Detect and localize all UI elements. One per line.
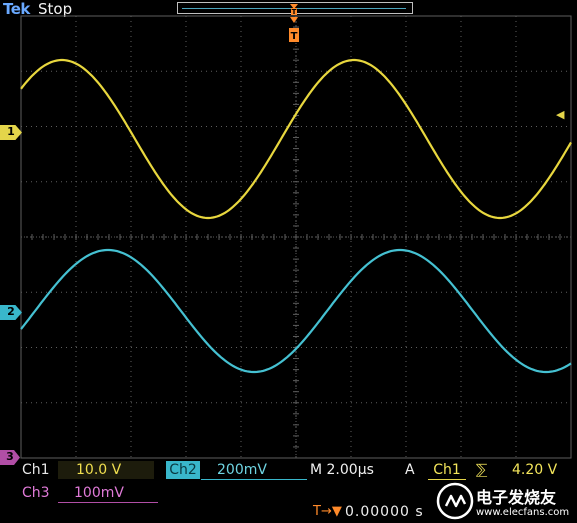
watermark: 电子发烧友 www.elecfans.com (432, 480, 577, 523)
trigger-marker-letter-top: T (292, 8, 297, 16)
trigger-marker-letter: T (291, 31, 298, 42)
trigger-position-readout[interactable]: 0.00000 s (345, 503, 424, 521)
watermark-url: www.elecfans.com (476, 507, 570, 518)
waveform-display (20, 15, 572, 459)
ch3-label[interactable]: Ch3 (22, 484, 50, 502)
trigger-position-label: T→▼ (313, 504, 342, 519)
trigger-slope-icon[interactable]: ⅀ (476, 461, 487, 479)
ch2-label[interactable]: Ch2 (166, 461, 200, 479)
ch3-scale[interactable]: 100mV (58, 484, 158, 503)
ch1-scale[interactable]: 10.0 V (58, 461, 154, 479)
trigger-mode: A (405, 462, 415, 478)
ch2-scale[interactable]: 200mV (201, 461, 307, 480)
trigger-level[interactable]: 4.20 V (512, 461, 557, 479)
trigger-source[interactable]: Ch1 (428, 461, 466, 480)
oscilloscope-screen: Tek Stop T T 1 2 3 ◀ Ch1 10.0 V Ch2 200m… (0, 0, 577, 523)
watermark-logo-icon (436, 482, 474, 520)
timebase-readout[interactable]: M 2.00µs (310, 461, 374, 479)
graticule (20, 15, 572, 459)
watermark-text: 电子发烧友 (476, 488, 557, 507)
trigger-position-icon[interactable]: T T (288, 0, 300, 44)
trigger-level-icon[interactable]: ◀ (556, 108, 564, 121)
ch1-label[interactable]: Ch1 (22, 461, 50, 479)
